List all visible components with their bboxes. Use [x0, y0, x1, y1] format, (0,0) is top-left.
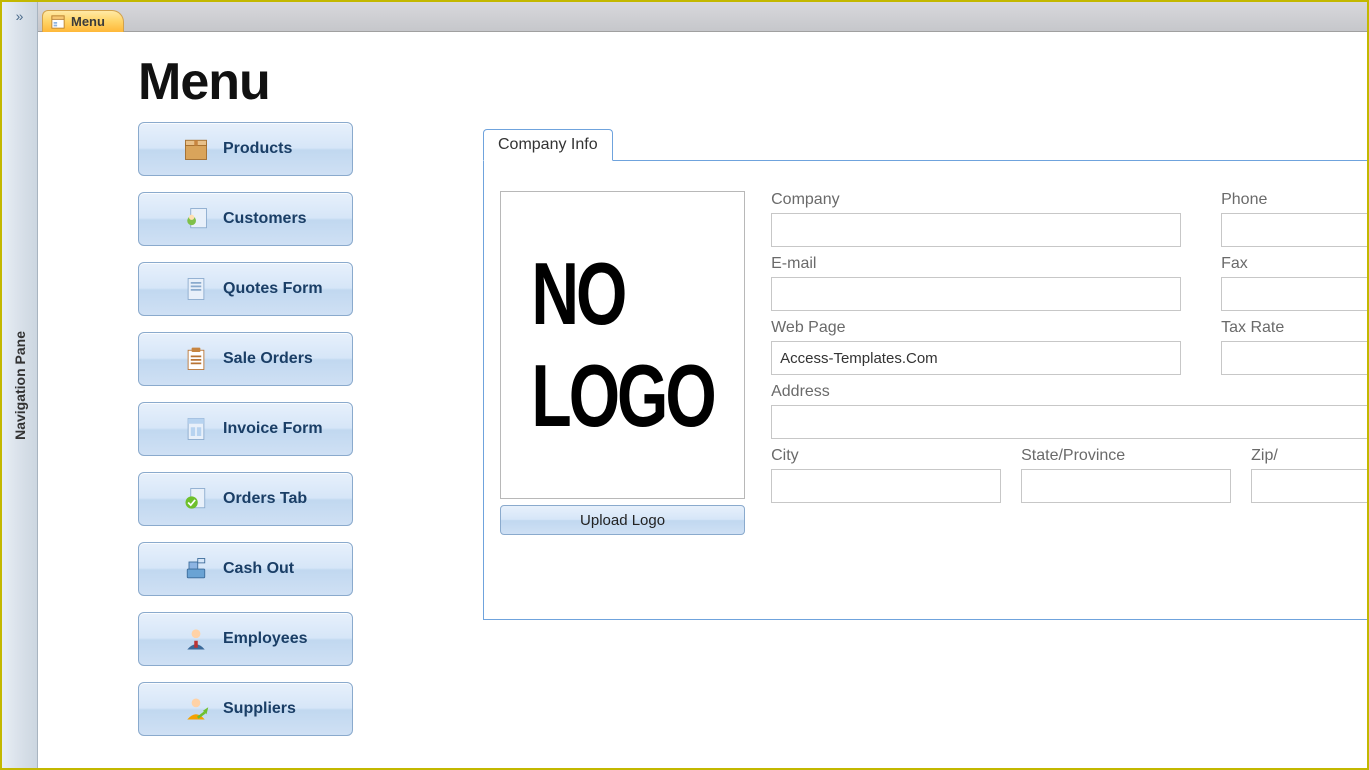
input-webpage[interactable] — [771, 341, 1181, 375]
menu-button-customers[interactable]: Customers — [138, 192, 353, 246]
tab-menu[interactable]: Menu — [42, 10, 124, 32]
menu-button-suppliers[interactable]: Suppliers — [138, 682, 353, 736]
input-address[interactable] — [771, 405, 1367, 439]
menu-button-label: Products — [223, 140, 292, 158]
page-title: Menu — [138, 52, 1367, 112]
cash-register-icon — [181, 554, 211, 584]
no-logo-text: NO LOGO — [531, 243, 713, 447]
input-email[interactable] — [771, 277, 1181, 311]
field-webpage: Web Page — [771, 319, 1181, 375]
menu-buttons-column: Products Customers Quotes Form — [138, 122, 353, 736]
label-zip: Zip/ — [1251, 447, 1367, 465]
field-zip: Zip/ — [1251, 447, 1367, 503]
supplier-icon — [181, 694, 211, 724]
navigation-pane-strip[interactable]: » Navigation Pane — [2, 2, 38, 768]
field-city: City — [771, 447, 1001, 503]
menu-button-sale-orders[interactable]: Sale Orders — [138, 332, 353, 386]
label-phone: Phone — [1221, 191, 1367, 209]
input-zip[interactable] — [1251, 469, 1367, 503]
field-company: Company — [771, 191, 1181, 247]
box-icon — [181, 134, 211, 164]
field-fax: Fax — [1221, 255, 1367, 311]
label-fax: Fax — [1221, 255, 1367, 273]
clipboard-list-icon — [181, 344, 211, 374]
document-tabs-bar: Menu — [38, 2, 1367, 32]
input-state[interactable] — [1021, 469, 1231, 503]
menu-button-label: Customers — [223, 210, 307, 228]
field-state: State/Province — [1021, 447, 1231, 503]
menu-button-label: Employees — [223, 630, 307, 648]
tab-company-info[interactable]: Company Info — [483, 129, 613, 161]
menu-button-label: Cash Out — [223, 560, 294, 578]
label-email: E-mail — [771, 255, 1181, 273]
tab-label: Menu — [71, 14, 105, 29]
label-address: Address — [771, 383, 1367, 401]
input-company[interactable] — [771, 213, 1181, 247]
label-city: City — [771, 447, 1001, 465]
menu-button-label: Orders Tab — [223, 490, 307, 508]
label-taxrate: Tax Rate — [1221, 319, 1367, 337]
input-phone[interactable] — [1221, 213, 1367, 247]
input-city[interactable] — [771, 469, 1001, 503]
check-doc-icon — [181, 484, 211, 514]
input-fax[interactable] — [1221, 277, 1367, 311]
menu-button-invoice-form[interactable]: Invoice Form — [138, 402, 353, 456]
menu-button-label: Suppliers — [223, 700, 296, 718]
field-taxrate: Tax Rate — [1221, 319, 1367, 375]
field-address: Address — [771, 383, 1367, 439]
navigation-pane-expand-button[interactable]: » — [2, 8, 37, 24]
menu-button-label: Invoice Form — [223, 420, 323, 438]
document-icon — [181, 274, 211, 304]
label-state: State/Province — [1021, 447, 1231, 465]
menu-button-quotes-form[interactable]: Quotes Form — [138, 262, 353, 316]
field-phone: Phone — [1221, 191, 1367, 247]
menu-button-employees[interactable]: Employees — [138, 612, 353, 666]
upload-logo-button[interactable]: Upload Logo — [500, 505, 745, 535]
menu-button-cash-out[interactable]: Cash Out — [138, 542, 353, 596]
form-icon — [51, 15, 65, 29]
menu-button-products[interactable]: Products — [138, 122, 353, 176]
menu-button-orders-tab[interactable]: Orders Tab — [138, 472, 353, 526]
employee-icon — [181, 624, 211, 654]
person-card-icon — [181, 204, 211, 234]
navigation-pane-label: Navigation Pane — [12, 331, 28, 440]
label-company: Company — [771, 191, 1181, 209]
field-email: E-mail — [771, 255, 1181, 311]
company-info-panel: Company Info NO LOGO Upload Logo Company — [483, 128, 1367, 736]
menu-button-label: Sale Orders — [223, 350, 313, 368]
invoice-icon — [181, 414, 211, 444]
menu-button-label: Quotes Form — [223, 280, 323, 298]
company-logo-placeholder: NO LOGO — [500, 191, 745, 499]
input-taxrate[interactable] — [1221, 341, 1367, 375]
label-webpage: Web Page — [771, 319, 1181, 337]
